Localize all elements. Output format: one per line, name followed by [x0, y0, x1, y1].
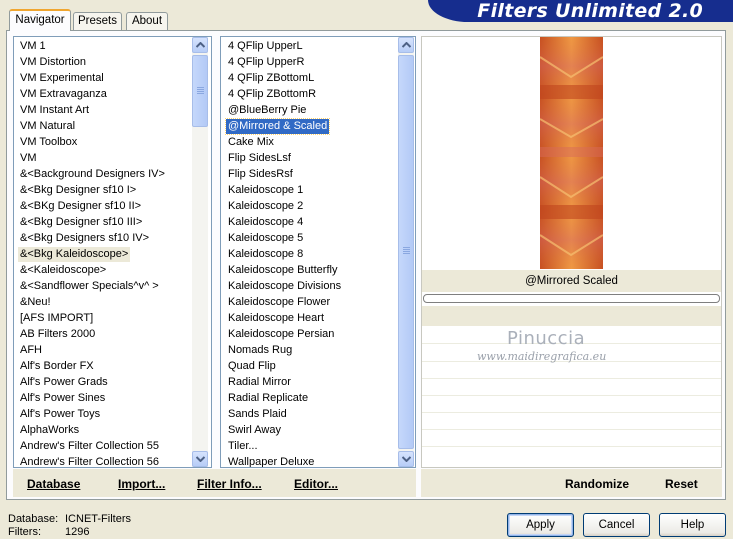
- category-item[interactable]: VM Instant Art: [18, 103, 91, 118]
- filter-item[interactable]: Kaleidoscope Persian: [226, 327, 336, 342]
- filter-item[interactable]: Radial Replicate: [226, 391, 310, 406]
- watermark-url: www.maidiregrafica.eu: [477, 350, 607, 363]
- tab-about[interactable]: About: [126, 12, 168, 30]
- category-scroll-thumb[interactable]: [192, 55, 208, 127]
- category-item[interactable]: Alf's Border FX: [18, 359, 96, 374]
- category-item[interactable]: VM: [18, 151, 39, 166]
- filter-item[interactable]: Radial Mirror: [226, 375, 293, 390]
- filter-item[interactable]: Wallpaper Deluxe: [226, 455, 316, 467]
- apply-button[interactable]: Apply: [507, 513, 574, 537]
- category-item[interactable]: &<Sandflower Specials^v^ >: [18, 279, 161, 294]
- category-item[interactable]: VM Extravaganza: [18, 87, 109, 102]
- chevron-up-icon: [402, 42, 411, 48]
- import-button[interactable]: Import...: [118, 476, 165, 492]
- category-item[interactable]: &<Bkg Designers sf10 IV>: [18, 231, 151, 246]
- scroll-down-button[interactable]: [398, 451, 414, 467]
- filter-item[interactable]: Kaleidoscope 4: [226, 215, 305, 230]
- app-title: Filters Unlimited 2.0: [428, 0, 733, 22]
- preview-image: [540, 37, 603, 269]
- filter-item[interactable]: Kaleidoscope Butterfly: [226, 263, 339, 278]
- filter-info-button[interactable]: Filter Info...: [197, 476, 262, 492]
- category-item[interactable]: &<Bkg Designer sf10 III>: [18, 215, 144, 230]
- category-item[interactable]: VM 1: [18, 39, 48, 54]
- tab-presets[interactable]: Presets: [73, 12, 122, 30]
- database-value: ICNET-Filters: [65, 513, 131, 525]
- parameter-area: [422, 306, 721, 326]
- filter-scroll-thumb[interactable]: [398, 55, 414, 449]
- chevron-up-icon: [196, 42, 205, 48]
- filter-item[interactable]: Nomads Rug: [226, 343, 294, 358]
- category-list[interactable]: VM 1 VM Distortion VM Experimental VM Extra…: [13, 36, 212, 468]
- scroll-up-button[interactable]: [192, 37, 208, 53]
- category-item[interactable]: VM Distortion: [18, 55, 88, 70]
- filter-item[interactable]: Cake Mix: [226, 135, 276, 150]
- randomize-button[interactable]: Randomize: [565, 476, 629, 492]
- filter-list[interactable]: 4 QFlip UpperL 4 QFlip UpperR 4 QFlip ZBot…: [220, 36, 416, 468]
- category-item[interactable]: VM Experimental: [18, 71, 106, 86]
- filter-item[interactable]: Sands Plaid: [226, 407, 289, 422]
- category-item[interactable]: Andrew's Filter Collection 56: [18, 455, 161, 467]
- filter-item[interactable]: @BlueBerry Pie: [226, 103, 308, 118]
- filter-item[interactable]: Tiler...: [226, 439, 260, 454]
- filter-item[interactable]: Kaleidoscope Heart: [226, 311, 326, 326]
- category-item[interactable]: Alf's Power Grads: [18, 375, 110, 390]
- filter-item[interactable]: Kaleidoscope 8: [226, 247, 305, 262]
- category-item[interactable]: AFH: [18, 343, 44, 358]
- filter-item[interactable]: Kaleidoscope 1: [226, 183, 305, 198]
- filter-item[interactable]: Kaleidoscope 2: [226, 199, 305, 214]
- category-item[interactable]: &<Bkg Kaleidoscope>: [18, 247, 131, 262]
- filter-item[interactable]: Kaleidoscope Flower: [226, 295, 332, 310]
- filter-item[interactable]: Kaleidoscope Divisions: [226, 279, 343, 294]
- filter-item[interactable]: 4 QFlip UpperL: [226, 39, 305, 54]
- database-button[interactable]: Database: [27, 476, 80, 492]
- editor-button[interactable]: Editor...: [294, 476, 338, 492]
- filter-item[interactable]: Flip SidesRsf: [226, 167, 295, 182]
- chevron-down-icon: [402, 456, 411, 462]
- selected-filter-name: @Mirrored Scaled: [422, 270, 721, 292]
- reset-button[interactable]: Reset: [665, 476, 698, 492]
- category-item[interactable]: [AFS IMPORT]: [18, 311, 95, 326]
- filter-item[interactable]: 4 QFlip UpperR: [226, 55, 306, 70]
- scroll-up-button[interactable]: [398, 37, 414, 53]
- tab-navigator[interactable]: Navigator: [9, 9, 71, 31]
- category-item[interactable]: &Neu!: [18, 295, 53, 310]
- filter-item[interactable]: Flip SidesLsf: [226, 151, 293, 166]
- progress-bar: [423, 294, 720, 303]
- filter-scrollbar[interactable]: [398, 37, 414, 467]
- category-item[interactable]: VM Toolbox: [18, 135, 79, 150]
- category-item[interactable]: AlphaWorks: [18, 423, 81, 438]
- filter-item[interactable]: Quad Flip: [226, 359, 278, 374]
- chevron-down-icon: [196, 456, 205, 462]
- category-item[interactable]: Andrew's Filter Collection 55: [18, 439, 161, 454]
- filter-item[interactable]: Swirl Away: [226, 423, 283, 438]
- filter-item[interactable]: 4 QFlip ZBottomR: [226, 87, 318, 102]
- database-label: Database:: [8, 513, 59, 525]
- filter-item[interactable]: 4 QFlip ZBottomL: [226, 71, 316, 86]
- category-item[interactable]: Alf's Power Toys: [18, 407, 102, 422]
- category-item[interactable]: &<BKg Designer sf10 II>: [18, 199, 143, 214]
- category-item[interactable]: &<Kaleidoscope>: [18, 263, 108, 278]
- watermark-name: Pinuccia: [507, 328, 586, 349]
- category-item[interactable]: &<Bkg Designer sf10 I>: [18, 183, 138, 198]
- category-item[interactable]: VM Natural: [18, 119, 77, 134]
- category-item[interactable]: AB Filters 2000: [18, 327, 97, 342]
- filter-item[interactable]: @Mirrored & Scaled: [224, 118, 331, 135]
- category-item[interactable]: Alf's Power Sines: [18, 391, 107, 406]
- help-button[interactable]: Help: [659, 513, 726, 537]
- filter-item[interactable]: Kaleidoscope 5: [226, 231, 305, 246]
- category-scrollbar[interactable]: [192, 37, 208, 467]
- category-item[interactable]: &<Background Designers IV>: [18, 167, 167, 182]
- cancel-button[interactable]: Cancel: [583, 513, 650, 537]
- scroll-down-button[interactable]: [192, 451, 208, 467]
